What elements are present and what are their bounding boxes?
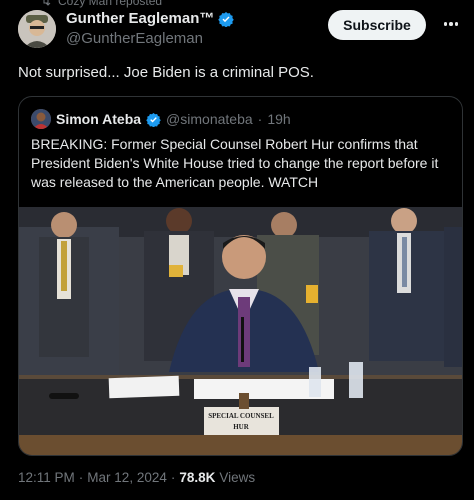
- post-time[interactable]: 12:11 PM: [18, 470, 75, 485]
- post-metadata: 12:11 PM · Mar 12, 2024 · 78.8K Views: [18, 470, 255, 485]
- hearing-scene-image: SPECIAL COUNSEL HUR: [19, 207, 462, 455]
- quoted-author-name[interactable]: Simon Ateba: [56, 111, 141, 127]
- verified-badge-icon: [218, 11, 235, 27]
- post-header: Gunther Eagleman™ @GuntherEagleman Subsc…: [18, 8, 464, 52]
- nameplate-line-2: HUR: [233, 423, 250, 431]
- views-count: 78.8K: [179, 470, 216, 485]
- quoted-post-time[interactable]: 19h: [267, 111, 290, 127]
- quoted-author-avatar[interactable]: [31, 109, 51, 129]
- meta-separator: ·: [257, 111, 263, 127]
- quoted-post[interactable]: Simon Ateba @simonateba · 19h BREAKING: …: [18, 96, 463, 456]
- quoted-post-header: Simon Ateba @simonateba · 19h: [31, 109, 291, 129]
- quoted-post-text: BREAKING: Former Special Counsel Robert …: [31, 136, 439, 190]
- post-text: Not surprised... Joe Biden is a criminal…: [18, 64, 314, 81]
- meta-separator: ·: [78, 470, 84, 485]
- repost-icon: [43, 0, 51, 6]
- meta-separator: ·: [170, 470, 176, 485]
- repost-indicator: Cozy Man reposted: [40, 0, 162, 8]
- author-avatar[interactable]: [18, 10, 56, 48]
- quoted-author-handle[interactable]: @simonateba: [166, 111, 253, 127]
- author-name[interactable]: Gunther Eagleman™: [66, 10, 214, 27]
- quoted-video-thumbnail[interactable]: SPECIAL COUNSEL HUR: [19, 207, 462, 455]
- views-label: Views: [219, 470, 256, 485]
- repost-text: Cozy Man reposted: [58, 0, 163, 8]
- subscribe-button[interactable]: Subscribe: [328, 10, 426, 40]
- author-names: Gunther Eagleman™ @GuntherEagleman: [66, 10, 235, 47]
- author-handle[interactable]: @GuntherEagleman: [66, 30, 234, 47]
- more-options-icon[interactable]: [440, 14, 462, 34]
- post-date[interactable]: Mar 12, 2024: [87, 470, 167, 485]
- quoted-verified-badge-icon: [146, 112, 161, 127]
- nameplate-line-1: SPECIAL COUNSEL: [208, 412, 274, 420]
